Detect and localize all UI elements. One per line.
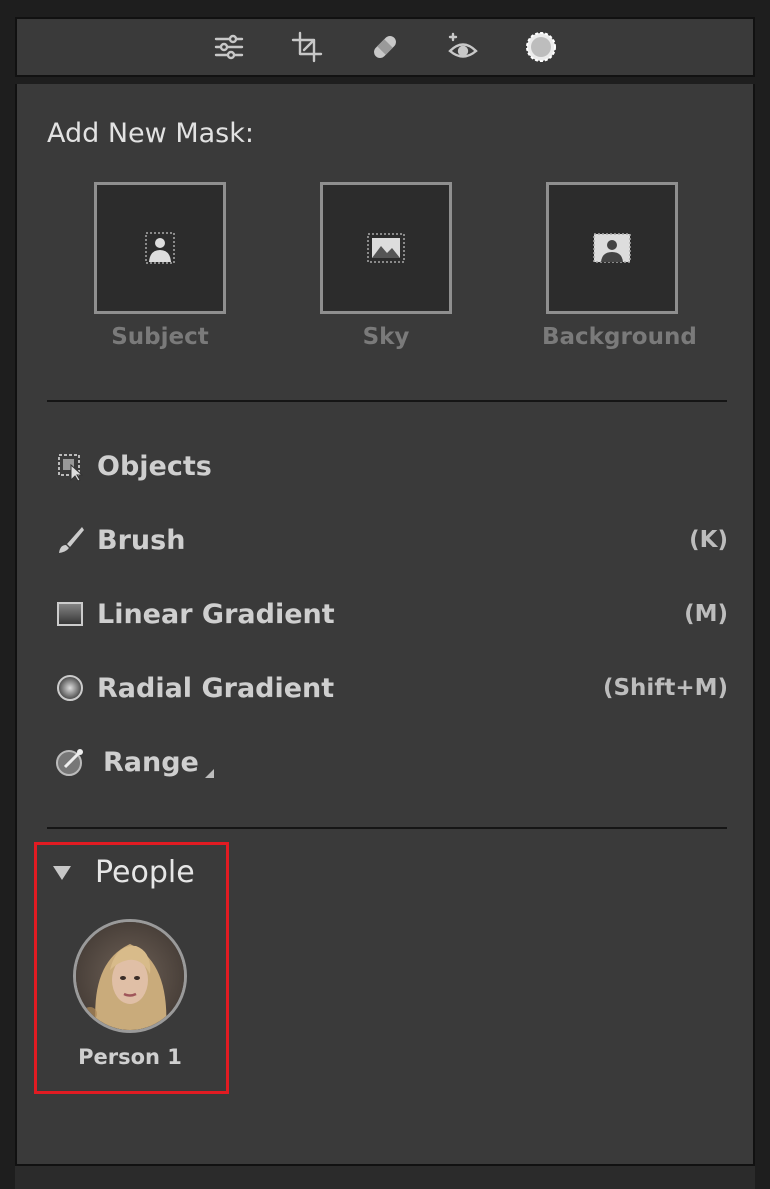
- sky-icon: [367, 233, 405, 263]
- subject-label: Subject: [111, 324, 209, 350]
- brush-label: Brush: [97, 524, 186, 556]
- objects-icon: [53, 449, 87, 483]
- subject-mask-button[interactable]: [94, 182, 226, 314]
- avatar[interactable]: [73, 919, 187, 1033]
- person-name: Person 1: [78, 1045, 182, 1069]
- brush-tool[interactable]: Brush (K): [53, 517, 728, 563]
- people-title: People: [95, 855, 195, 890]
- subject-icon: [145, 232, 175, 264]
- linear-gradient-shortcut: (M): [684, 601, 728, 627]
- healing-bandage-icon[interactable]: [366, 28, 404, 66]
- brush-icon: [53, 523, 87, 557]
- person-face-thumbnail: [76, 922, 184, 1030]
- range-icon: [53, 745, 87, 779]
- subject-mask-tile[interactable]: Subject: [90, 182, 230, 350]
- background-mask-tile[interactable]: Background: [542, 182, 697, 350]
- objects-tool[interactable]: Objects: [53, 443, 728, 489]
- crop-icon[interactable]: [288, 28, 326, 66]
- radial-gradient-tool[interactable]: Radial Gradient (Shift+M): [53, 665, 728, 711]
- range-tool[interactable]: Range: [53, 739, 728, 785]
- sky-label: Sky: [362, 324, 410, 350]
- radial-gradient-icon: [53, 671, 87, 705]
- people-section: People Person 1: [34, 842, 229, 1094]
- person-item[interactable]: Person 1: [71, 919, 189, 1069]
- tool-strip: [15, 17, 755, 77]
- masking-icon[interactable]: [522, 28, 560, 66]
- radial-gradient-label: Radial Gradient: [97, 672, 335, 704]
- range-label: Range: [103, 747, 728, 778]
- red-eye-icon[interactable]: [444, 28, 482, 66]
- background-icon: [593, 233, 631, 263]
- edit-sliders-icon[interactable]: [210, 28, 248, 66]
- sky-mask-button[interactable]: [320, 182, 452, 314]
- linear-gradient-tool[interactable]: Linear Gradient (M): [53, 591, 728, 637]
- divider: [47, 400, 727, 402]
- linear-gradient-label: Linear Gradient: [97, 598, 335, 630]
- radial-gradient-shortcut: (Shift+M): [602, 675, 728, 701]
- add-new-mask-title: Add New Mask:: [47, 118, 254, 149]
- sky-mask-tile[interactable]: Sky: [316, 182, 456, 350]
- linear-gradient-icon: [53, 597, 87, 631]
- people-header[interactable]: People: [53, 855, 195, 890]
- brush-shortcut: (K): [689, 527, 728, 553]
- divider: [47, 827, 727, 829]
- background-mask-button[interactable]: [546, 182, 678, 314]
- background-label: Background: [542, 324, 697, 350]
- range-dropdown-arrow[interactable]: [204, 768, 214, 778]
- collapse-triangle-icon[interactable]: [53, 865, 71, 880]
- range-label-text: Range: [103, 746, 199, 778]
- masking-panel: Add New Mask: Subject Sky Background Obj…: [15, 84, 755, 1164]
- bottom-panel-bar: [15, 1164, 755, 1189]
- objects-label: Objects: [97, 450, 212, 482]
